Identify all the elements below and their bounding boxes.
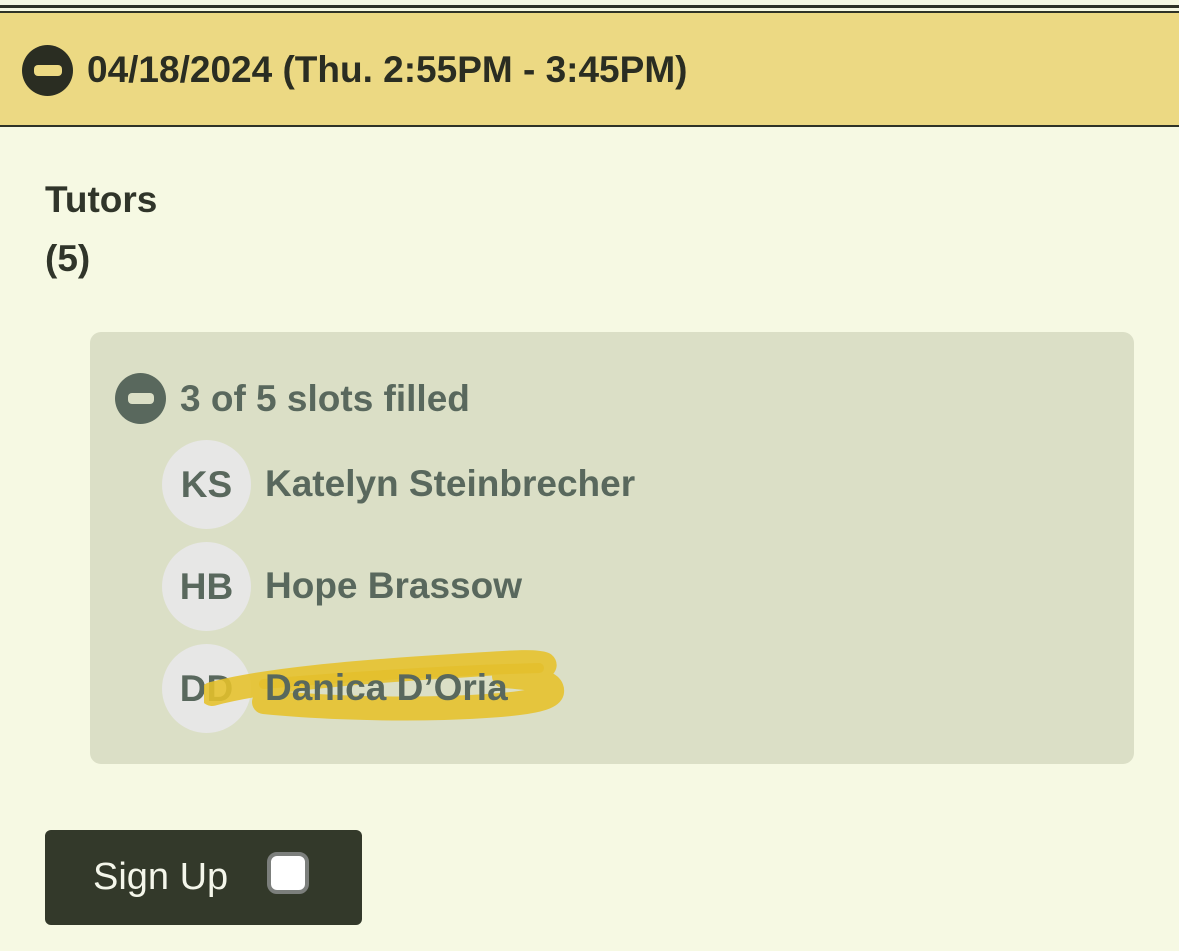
- participant-row: DD Danica D’Oria: [162, 644, 1062, 734]
- collapse-icon[interactable]: [22, 45, 73, 96]
- sign-up-checkbox[interactable]: [267, 852, 309, 894]
- participant-row: HB Hope Brassow: [162, 542, 1062, 632]
- participant-name: Hope Brassow: [265, 565, 523, 606]
- slot-date-header[interactable]: 04/18/2024 (Thu. 2:55PM - 3:45PM): [0, 11, 1179, 127]
- slots-panel: 3 of 5 slots filled KS Katelyn Steinbrec…: [90, 332, 1134, 764]
- sign-up-button[interactable]: Sign Up: [45, 830, 362, 925]
- avatar: HB: [162, 542, 251, 631]
- collapse-slots-icon[interactable]: [115, 373, 166, 424]
- sign-up-label: Sign Up: [93, 856, 229, 898]
- participant-name: Katelyn Steinbrecher: [265, 463, 636, 504]
- role-title: Tutors: [45, 179, 158, 220]
- slot-date-title: 04/18/2024 (Thu. 2:55PM - 3:45PM): [87, 49, 688, 90]
- slots-summary[interactable]: 3 of 5 slots filled: [180, 376, 470, 422]
- role-count: (5): [45, 238, 91, 279]
- participant-row: KS Katelyn Steinbrecher: [162, 440, 1062, 530]
- top-divider: [0, 0, 1179, 8]
- participant-name: Danica D’Oria: [265, 667, 508, 708]
- avatar: KS: [162, 440, 251, 529]
- avatar: DD: [162, 644, 251, 733]
